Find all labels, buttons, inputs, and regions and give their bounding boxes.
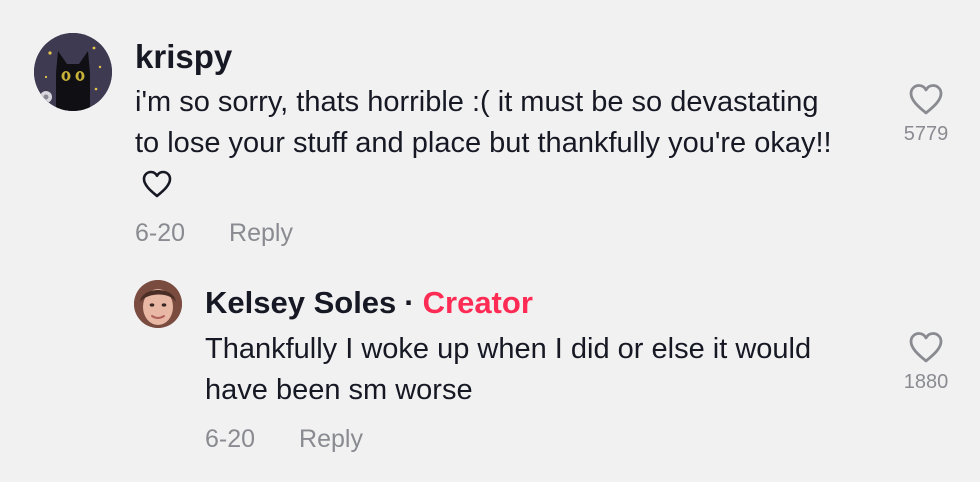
reply-header: Kelsey Soles · Creator (205, 283, 533, 323)
commenter-avatar[interactable] (34, 33, 112, 111)
reply-reply-button[interactable]: Reply (299, 425, 363, 453)
reply-like-count: 1880 (903, 371, 949, 393)
heart-icon (909, 332, 943, 363)
heart-icon (909, 84, 943, 115)
comment-meta: 6-20 Reply (135, 218, 293, 248)
creator-username[interactable]: Kelsey Soles (205, 285, 396, 320)
comment-like-count: 5779 (903, 123, 949, 145)
comment-text: i'm so sorry, thats horrible :( it must … (135, 82, 835, 210)
separator-dot: · (404, 285, 415, 320)
creator-avatar-image (134, 280, 182, 328)
creator-avatar[interactable] (134, 280, 182, 328)
reply-meta: 6-20 Reply (205, 424, 363, 454)
comment-reply-button[interactable]: Reply (229, 219, 293, 247)
comment-body: i'm so sorry, thats horrible :( it must … (135, 86, 832, 159)
commenter-username[interactable]: krispy (135, 37, 232, 77)
comment-date: 6-20 (135, 219, 186, 247)
creator-badge: Creator (422, 285, 533, 320)
heart-outline-icon (141, 169, 173, 210)
comment-like-button[interactable]: 5779 (891, 82, 961, 146)
reply-text: Thankfully I woke up when I did or else … (205, 333, 812, 406)
reply-date: 6-20 (205, 425, 256, 453)
black-cat-avatar-image (34, 33, 112, 111)
reply-like-button[interactable]: 1880 (891, 330, 961, 394)
